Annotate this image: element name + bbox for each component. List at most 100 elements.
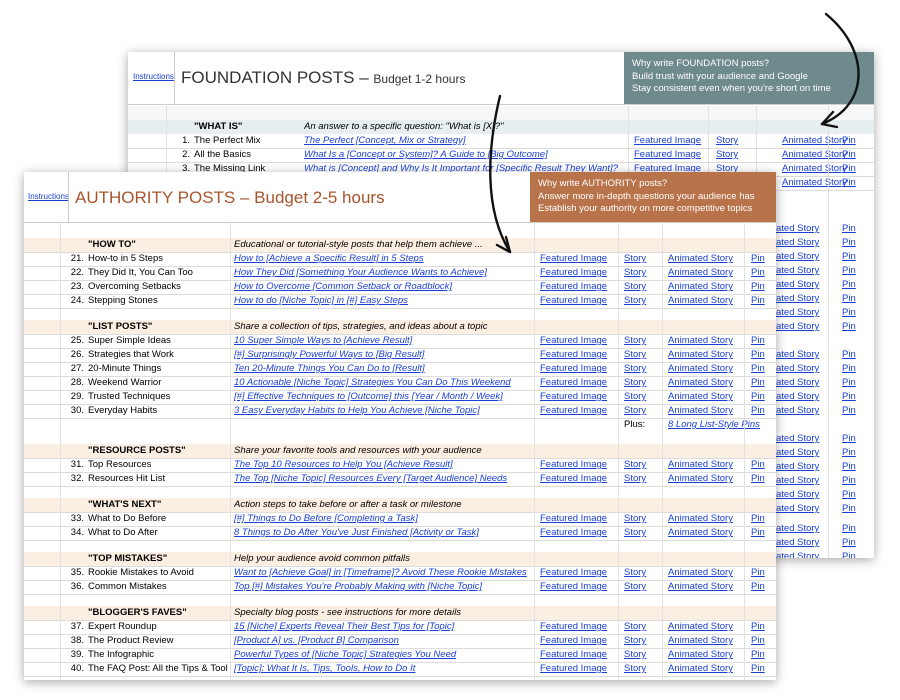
featured-image-link[interactable]: Featured Image (540, 526, 614, 540)
animated-story-link[interactable]: Animated Story (668, 390, 748, 404)
pin-link[interactable]: Pin (842, 134, 862, 148)
story-link[interactable]: Story (624, 566, 654, 580)
animated-story-link[interactable]: Animated Story (668, 634, 748, 648)
pin-link[interactable]: Pin (842, 222, 862, 236)
animated-story-link[interactable]: ated Story (776, 320, 836, 334)
story-link[interactable]: Story (716, 148, 750, 162)
featured-image-link[interactable]: Featured Image (540, 472, 614, 486)
post-title-link[interactable]: 10 Super Simple Ways to [Achieve Result] (234, 334, 530, 348)
animated-story-link[interactable]: Animated Story (668, 266, 748, 280)
story-link[interactable]: Story (624, 266, 654, 280)
post-title-link[interactable]: How to do [Niche Topic] in [#] Easy Step… (234, 294, 530, 308)
animated-story-link[interactable]: Animated Story (668, 252, 748, 266)
animated-story-link[interactable]: Animated Story (668, 472, 748, 486)
animated-story-link[interactable]: ated Story (776, 236, 836, 250)
post-title-link[interactable]: Ten 20-Minute Things You Can Do to [Resu… (234, 362, 530, 376)
foundation-instructions-link[interactable]: Instructions (133, 72, 174, 81)
featured-image-link[interactable]: Featured Image (540, 334, 614, 348)
featured-image-link[interactable]: Featured Image (540, 266, 614, 280)
animated-story-link[interactable]: ated Story (776, 348, 836, 362)
pin-link[interactable]: Pin (751, 266, 771, 280)
animated-story-link[interactable]: Animated Story (668, 648, 748, 662)
animated-story-link[interactable]: ated Story (776, 376, 836, 390)
pin-link[interactable]: Pin (751, 566, 771, 580)
post-title-link[interactable]: Want to [Achieve Goal] in [Timeframe]? A… (234, 566, 530, 580)
post-title-link[interactable]: The Top [Niche Topic] Resources Every [T… (234, 472, 530, 486)
pin-link[interactable]: Pin (842, 292, 862, 306)
pin-link[interactable]: Pin (842, 432, 862, 446)
animated-story-link[interactable]: Animated Story (668, 294, 748, 308)
animated-story-link[interactable]: ated Story (776, 536, 836, 550)
featured-image-link[interactable]: Featured Image (540, 348, 614, 362)
featured-image-link[interactable]: Featured Image (540, 390, 614, 404)
pin-link[interactable]: Pin (842, 446, 862, 460)
pin-link[interactable]: Pin (751, 390, 771, 404)
story-link[interactable]: Story (624, 526, 654, 540)
pin-link[interactable]: Pin (751, 376, 771, 390)
animated-story-link[interactable]: Animated Story (668, 404, 748, 418)
animated-story-link[interactable]: ated Story (776, 390, 836, 404)
animated-story-link[interactable]: ated Story (776, 278, 836, 292)
post-title-link[interactable]: 8 Things to Do After You've Just Finishe… (234, 526, 530, 540)
pin-link[interactable]: Pin (842, 348, 862, 362)
featured-image-link[interactable]: Featured Image (540, 620, 614, 634)
authority-instructions-link[interactable]: Instructions (28, 192, 69, 201)
animated-story-link[interactable]: Animated Story (668, 348, 748, 362)
pin-link[interactable]: Pin (842, 550, 862, 558)
long-pins-link[interactable]: 8 Long List-Style Pins (668, 418, 776, 432)
pin-link[interactable]: Pin (842, 390, 862, 404)
animated-story-link[interactable]: Animated Story (668, 526, 748, 540)
animated-story-link[interactable]: Animated Story (668, 362, 748, 376)
story-link[interactable]: Story (624, 362, 654, 376)
animated-story-link[interactable]: ated Story (776, 522, 836, 536)
pin-link[interactable]: Pin (842, 148, 862, 162)
animated-story-link[interactable]: ated Story (776, 250, 836, 264)
featured-image-link[interactable]: Featured Image (540, 580, 614, 594)
pin-link[interactable]: Pin (751, 334, 771, 348)
pin-link[interactable]: Pin (751, 280, 771, 294)
animated-story-link[interactable]: Animated Story (668, 620, 748, 634)
animated-story-link[interactable]: ated Story (776, 488, 836, 502)
animated-story-link[interactable]: Animated Story (668, 662, 748, 676)
pin-link[interactable]: Pin (751, 526, 771, 540)
featured-image-link[interactable]: Featured Image (540, 404, 614, 418)
animated-story-link[interactable]: Animated Story (668, 334, 748, 348)
pin-link[interactable]: Pin (842, 320, 862, 334)
story-link[interactable]: Story (624, 648, 654, 662)
pin-link[interactable]: Pin (842, 536, 862, 550)
animated-story-link[interactable]: ated Story (776, 474, 836, 488)
post-title-link[interactable]: 3 Easy Everyday Habits to Help You Achie… (234, 404, 530, 418)
story-link[interactable]: Story (624, 294, 654, 308)
post-title-link[interactable]: How They Did [Something Your Audience Wa… (234, 266, 530, 280)
pin-link[interactable]: Pin (842, 460, 862, 474)
pin-link[interactable]: Pin (751, 512, 771, 526)
animated-story-link[interactable]: Animated Story (668, 566, 748, 580)
pin-link[interactable]: Pin (842, 306, 862, 320)
post-title-link[interactable]: 10 Actionable [Niche Topic] Strategies Y… (234, 376, 530, 390)
pin-link[interactable]: Pin (751, 648, 771, 662)
pin-link[interactable]: Pin (751, 620, 771, 634)
post-title-link[interactable]: [#] Things to Do Before [Completing a Ta… (234, 512, 530, 526)
animated-story-link[interactable]: Animated Story (668, 458, 748, 472)
pin-link[interactable]: Pin (842, 176, 862, 190)
post-title-link[interactable]: [#] Effective Techniques to [Outcome] th… (234, 390, 530, 404)
story-link[interactable]: Story (624, 334, 654, 348)
post-title-link[interactable]: What Is a [Concept or System]? A Guide t… (304, 148, 624, 162)
animated-story-link[interactable]: ated Story (776, 222, 836, 236)
story-link[interactable]: Story (624, 252, 654, 266)
pin-link[interactable]: Pin (842, 362, 862, 376)
story-link[interactable]: Story (716, 134, 750, 148)
story-link[interactable]: Story (624, 458, 654, 472)
pin-link[interactable]: Pin (751, 472, 771, 486)
animated-story-link[interactable]: Animated Story (668, 376, 748, 390)
pin-link[interactable]: Pin (842, 474, 862, 488)
pin-link[interactable]: Pin (751, 580, 771, 594)
featured-image-link[interactable]: Featured Image (634, 134, 714, 148)
animated-story-link[interactable]: Animated Story (668, 280, 748, 294)
story-link[interactable]: Story (624, 404, 654, 418)
featured-image-link[interactable]: Featured Image (540, 376, 614, 390)
animated-story-link[interactable]: Animated Story (668, 580, 748, 594)
story-link[interactable]: Story (624, 512, 654, 526)
featured-image-link[interactable]: Featured Image (540, 662, 614, 676)
pin-link[interactable]: Pin (842, 278, 862, 292)
